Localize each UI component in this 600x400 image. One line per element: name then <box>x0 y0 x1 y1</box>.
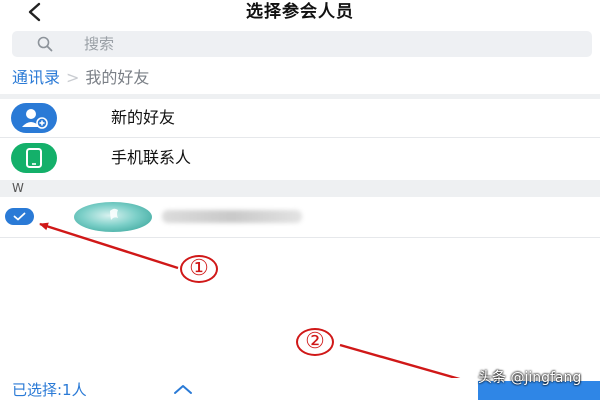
chevron-up-icon[interactable] <box>172 382 194 396</box>
annotation-arrow-1 <box>39 222 179 270</box>
watermark: 头条 @jingfang <box>478 370 582 386</box>
annotation-number-2: ② <box>296 328 334 356</box>
selected-count[interactable]: 已选择:1人 <box>12 380 87 400</box>
annotation-number-1: ① <box>180 255 218 283</box>
